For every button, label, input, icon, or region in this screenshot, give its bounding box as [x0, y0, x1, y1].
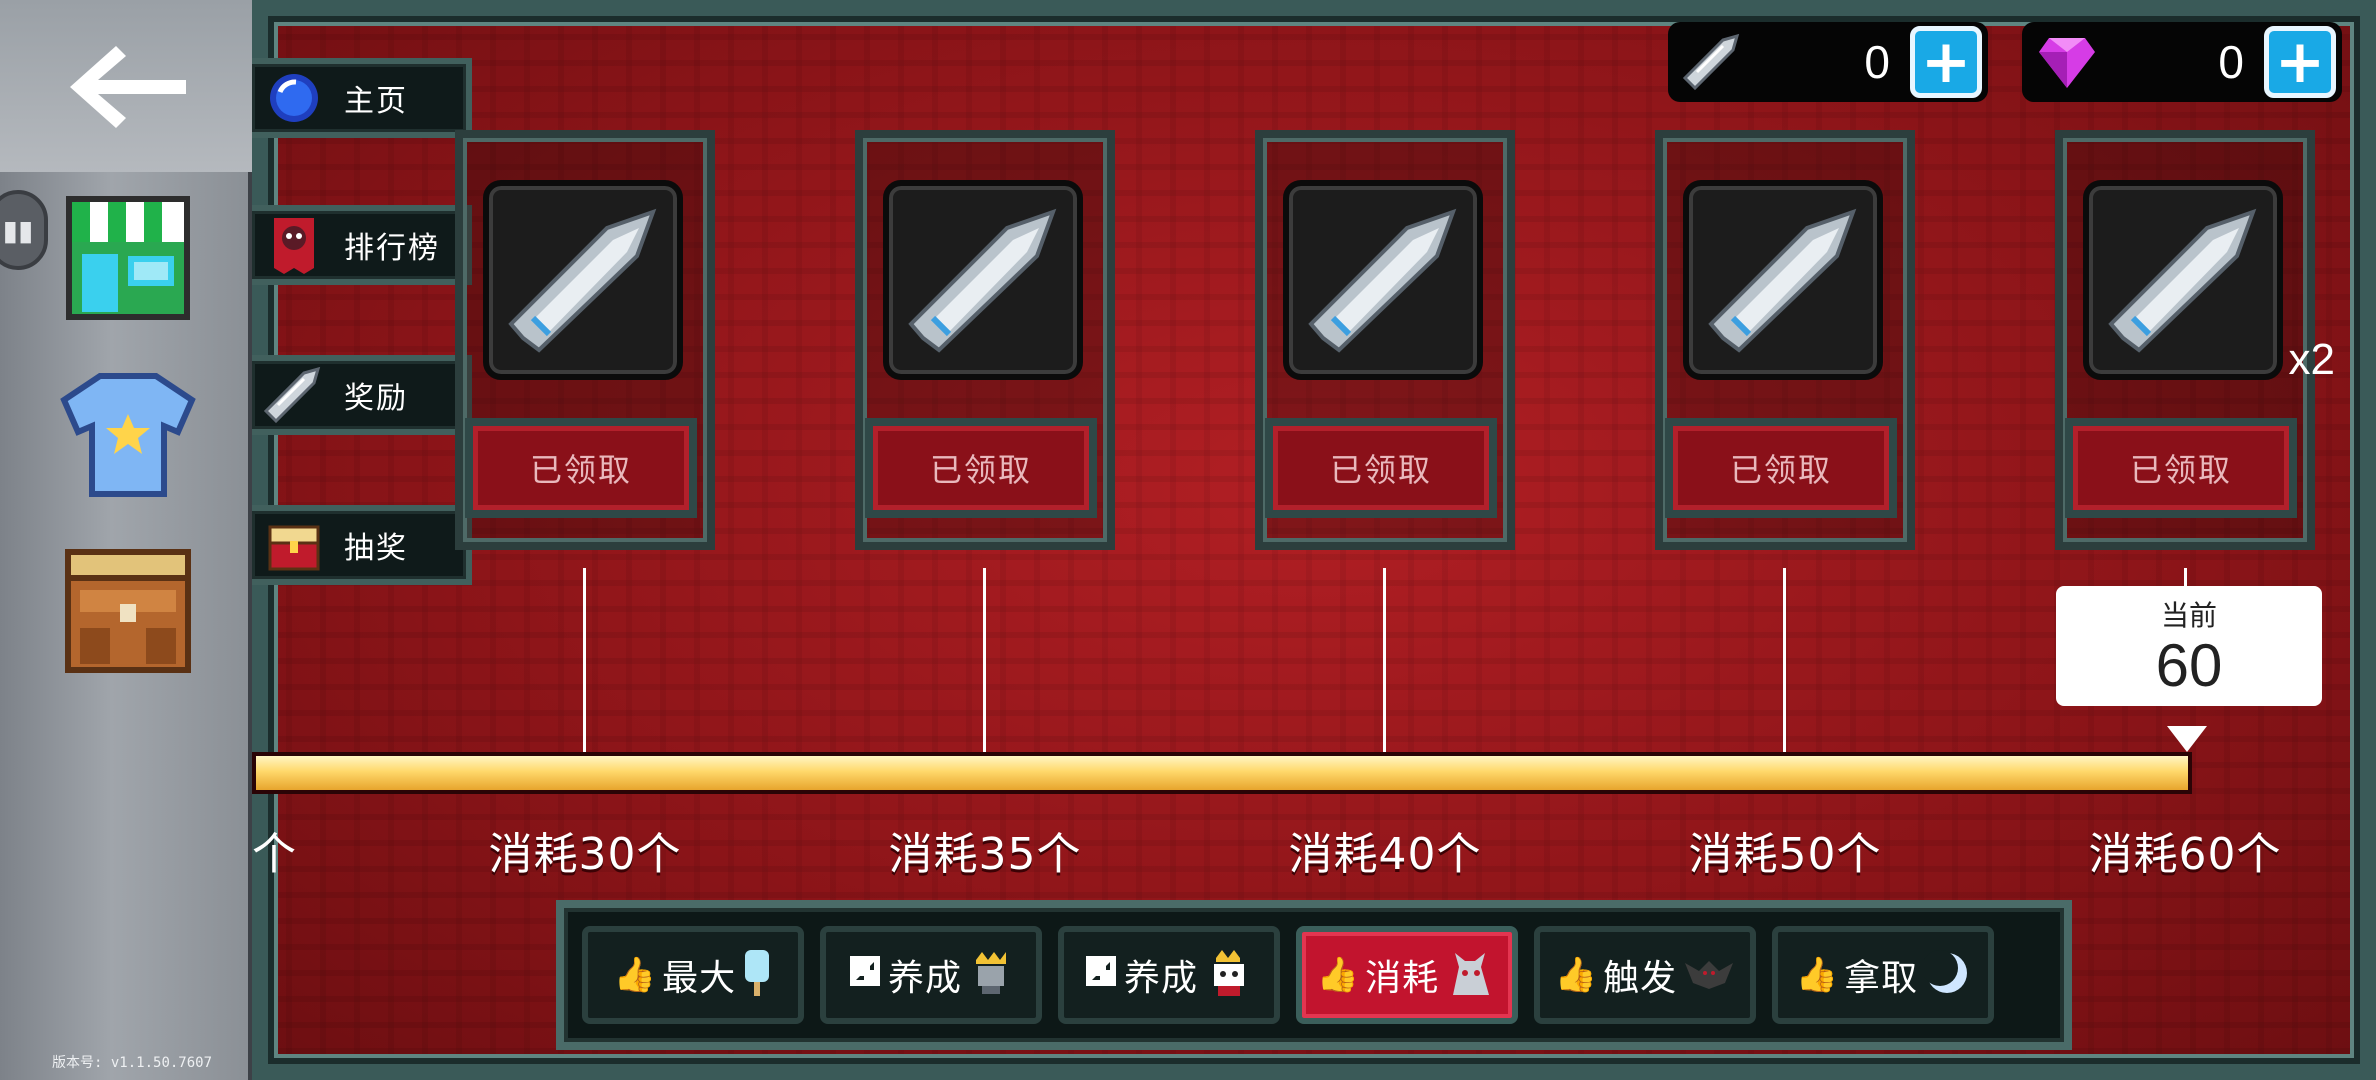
menu-label: 奖励 [344, 381, 408, 416]
moon-icon [1922, 950, 1970, 1000]
backpack-icon [65, 549, 191, 673]
expand-icon [1084, 954, 1118, 997]
bullet-icon [262, 365, 326, 425]
thumb-up-icon: 👍 [1795, 955, 1839, 995]
claim-label: 已领取 [929, 451, 1032, 489]
current-pointer-icon [2167, 726, 2207, 752]
reward-qty: x2 [2288, 335, 2335, 384]
reward-item [483, 180, 683, 380]
tab-take[interactable]: 👍 拿取 [1772, 926, 1994, 1024]
current-marker-line [2184, 568, 2187, 588]
menu-label: 主页 [344, 84, 408, 119]
drawer-tab-glyph: ▮▮ [2, 213, 34, 247]
reward-item [1283, 180, 1483, 380]
tab-cultivate-1[interactable]: 养成 [820, 926, 1042, 1024]
claimed-button[interactable]: 已领取 [1665, 418, 1897, 518]
tab-consume[interactable]: 👍 消耗 [1296, 926, 1518, 1024]
claim-label: 已领取 [1329, 451, 1432, 489]
add-gems-button[interactable]: + [2264, 26, 2336, 98]
claim-label: 已领取 [1729, 451, 1832, 489]
milestone-label: 消耗50个 [1688, 829, 1882, 880]
menu-item-lottery[interactable]: 抽奖 [252, 505, 472, 585]
bat-icon [1683, 953, 1735, 997]
menu-label: 抽奖 [344, 531, 408, 566]
knight-icon [968, 950, 1014, 1000]
prev-milestone-label: 个 [252, 829, 296, 880]
tab-label: 拿取 [1844, 958, 1919, 999]
reward-item [883, 180, 1083, 380]
popsicle-icon [742, 948, 772, 1002]
demon-banner-icon [262, 214, 326, 276]
tab-label: 最大 [662, 958, 737, 999]
treasure-chest-icon [262, 517, 326, 573]
claim-label: 已领取 [2129, 451, 2232, 489]
milestone-label: 消耗40个 [1288, 829, 1482, 880]
tab-trigger[interactable]: 👍 触发 [1534, 926, 1756, 1024]
gem-icon [2022, 34, 2112, 90]
version-label: 版本号: [52, 1055, 103, 1071]
back-arrow-icon [70, 46, 186, 128]
claimed-button[interactable]: 已领取 [1265, 418, 1497, 518]
reward-card: 已领取 x2 [2055, 130, 2335, 550]
bullet-currency: 0 + [1668, 22, 1988, 102]
blue-orb-icon [262, 70, 326, 126]
back-button[interactable] [58, 22, 198, 152]
menu-label: 排行榜 [344, 231, 440, 266]
progress-fill [256, 756, 2188, 790]
tab-label: 养成 [887, 958, 962, 999]
gem-currency: 0 + [2022, 22, 2342, 102]
thumb-up-icon: 👍 [613, 955, 657, 995]
claimed-button[interactable]: 已领取 [465, 418, 697, 518]
version-number: v1.1.50.7607 [110, 1055, 213, 1071]
reward-item [2083, 180, 2283, 380]
shop-button[interactable] [58, 188, 198, 328]
bullet-icon [1308, 208, 1457, 353]
reward-card: 已领取 [455, 130, 715, 550]
cow-king-icon [1204, 948, 1254, 1002]
progress-track [252, 752, 2192, 794]
version-text: 版本号: v1.1.50.7607 [52, 1052, 212, 1072]
bullet-icon [1668, 32, 1758, 92]
menu-item-leaderboard[interactable]: 排行榜 [252, 205, 472, 285]
bullet-icon [908, 208, 1057, 353]
bullet-icon [508, 208, 657, 353]
menu-item-home[interactable]: 主页 [252, 58, 472, 138]
bullet-count: 0 [1864, 36, 1890, 88]
milestone-label: 消耗60个 [2088, 829, 2282, 880]
reward-card: 已领取 [855, 130, 1115, 550]
claimed-button[interactable]: 已领取 [865, 418, 1097, 518]
gem-count: 0 [2218, 36, 2244, 88]
shop-icon [66, 196, 190, 320]
add-bullets-button[interactable]: + [1910, 26, 1982, 98]
milestone-label: 消耗30个 [488, 829, 682, 880]
wolf-icon [1445, 947, 1497, 1003]
milestone-label: 消耗35个 [888, 829, 1082, 880]
reward-card: 已领取 [1655, 130, 1915, 550]
tab-label: 养成 [1123, 958, 1198, 999]
category-tabbar: 👍 最大 养成 养成 👍 消耗 👍 触发 👍 拿取 [556, 900, 2072, 1050]
current-value: 60 [2155, 632, 2223, 699]
claim-label: 已领取 [529, 451, 632, 489]
backpack-button[interactable] [58, 540, 198, 680]
bullet-icon [1708, 208, 1857, 353]
bullet-icon [2108, 208, 2257, 353]
menu-item-rewards[interactable]: 奖励 [252, 355, 472, 435]
reward-item [1683, 180, 1883, 380]
tab-label: 触发 [1603, 958, 1678, 999]
tab-max[interactable]: 👍 最大 [582, 926, 804, 1024]
thumb-up-icon: 👍 [1316, 955, 1360, 995]
current-count-box: 当前 60 [2056, 586, 2322, 706]
reward-card: 已领取 [1255, 130, 1515, 550]
thumb-up-icon: 👍 [1554, 955, 1598, 995]
current-title: 当前 [2160, 599, 2217, 632]
expand-icon [848, 954, 882, 997]
claimed-button[interactable]: 已领取 [2065, 418, 2297, 518]
tab-cultivate-2[interactable]: 养成 [1058, 926, 1280, 1024]
side-drawer-tab[interactable]: ▮▮ [0, 190, 48, 270]
tshirt-icon [60, 373, 196, 497]
outfit-button[interactable] [58, 365, 198, 505]
tab-label: 消耗 [1365, 958, 1440, 999]
left-sidebar: 版本号: v1.1.50.7607 [0, 0, 252, 1080]
